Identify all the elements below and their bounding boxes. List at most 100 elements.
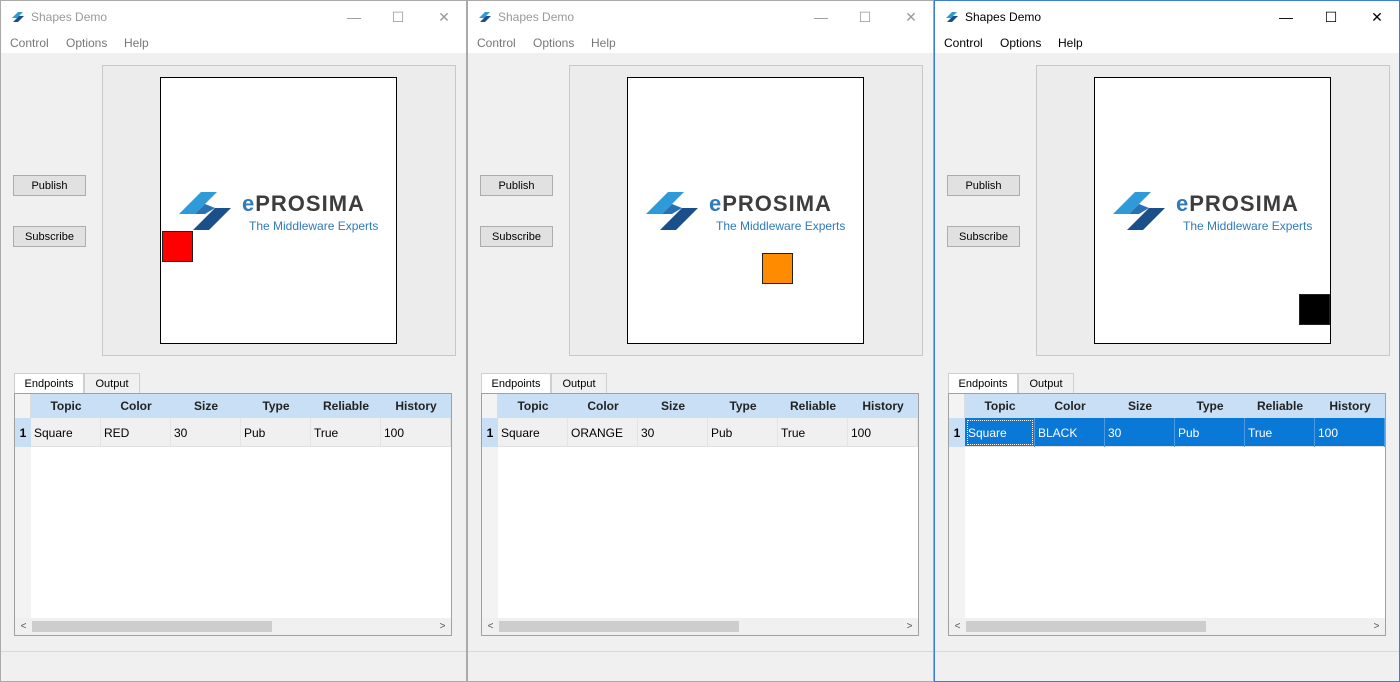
title-bar[interactable]: Shapes Demo — ☐ ✕	[1, 1, 466, 33]
menu-options[interactable]: Options	[1000, 36, 1041, 50]
cell-topic[interactable]: Square	[498, 418, 568, 447]
cell-history[interactable]: 100	[381, 418, 451, 447]
shapes-canvas[interactable]: eProsima The Middleware Experts	[160, 77, 397, 344]
cell-reliable[interactable]: True	[778, 418, 848, 447]
horizontal-scrollbar[interactable]: < >	[15, 618, 451, 635]
cell-topic[interactable]: Square	[965, 418, 1035, 447]
cell-history[interactable]: 100	[848, 418, 918, 447]
scroll-right-icon[interactable]: >	[1368, 618, 1385, 635]
shapes-canvas[interactable]: eProsima The Middleware Experts	[627, 77, 864, 344]
publish-button[interactable]: Publish	[480, 175, 553, 196]
publish-button[interactable]: Publish	[947, 175, 1020, 196]
header-size[interactable]: Size	[638, 394, 708, 418]
header-size[interactable]: Size	[1105, 394, 1175, 418]
header-color[interactable]: Color	[1035, 394, 1105, 418]
table-row[interactable]: Square ORANGE 30 Pub True 100	[498, 418, 918, 447]
header-history[interactable]: History	[381, 394, 451, 418]
menu-options[interactable]: Options	[66, 36, 107, 50]
minimize-button[interactable]: —	[1263, 1, 1309, 33]
close-button[interactable]: ✕	[888, 1, 933, 33]
shapes-canvas[interactable]: eProsima The Middleware Experts	[1094, 77, 1331, 344]
cell-type[interactable]: Pub	[708, 418, 778, 447]
cell-topic[interactable]: Square	[31, 418, 101, 447]
scrollbar-thumb[interactable]	[966, 621, 1206, 632]
maximize-button[interactable]: ☐	[842, 1, 888, 33]
menu-help[interactable]: Help	[1058, 36, 1083, 50]
header-reliable[interactable]: Reliable	[778, 394, 848, 418]
header-size[interactable]: Size	[171, 394, 241, 418]
header-color[interactable]: Color	[101, 394, 171, 418]
title-bar[interactable]: Shapes Demo — ☐ ✕	[935, 1, 1399, 33]
table-header: Topic Color Size Type Reliable History	[498, 394, 918, 418]
scrollbar-thumb[interactable]	[32, 621, 272, 632]
scroll-left-icon[interactable]: <	[15, 618, 32, 635]
horizontal-scrollbar[interactable]: < >	[949, 618, 1385, 635]
menu-control[interactable]: Control	[10, 36, 49, 50]
header-type[interactable]: Type	[241, 394, 311, 418]
menu-options[interactable]: Options	[533, 36, 574, 50]
maximize-button[interactable]: ☐	[1308, 1, 1354, 33]
tab-endpoints[interactable]: Endpoints	[481, 373, 551, 395]
header-topic[interactable]: Topic	[31, 394, 101, 418]
scroll-right-icon[interactable]: >	[901, 618, 918, 635]
row-header-column	[15, 418, 31, 634]
maximize-button[interactable]: ☐	[375, 1, 421, 33]
endpoints-table: Topic Color Size Type Reliable History 1…	[14, 393, 452, 636]
cell-color[interactable]: RED	[101, 418, 171, 447]
header-reliable[interactable]: Reliable	[1245, 394, 1315, 418]
cell-type[interactable]: Pub	[241, 418, 311, 447]
header-topic[interactable]: Topic	[965, 394, 1035, 418]
cell-size[interactable]: 30	[1105, 418, 1175, 447]
minimize-button[interactable]: —	[331, 1, 377, 33]
endpoints-table: Topic Color Size Type Reliable History 1…	[948, 393, 1386, 636]
subscribe-button[interactable]: Subscribe	[13, 226, 86, 247]
tab-endpoints[interactable]: Endpoints	[948, 373, 1018, 395]
tab-output[interactable]: Output	[84, 373, 140, 394]
horizontal-scrollbar[interactable]: < >	[482, 618, 918, 635]
close-button[interactable]: ✕	[1354, 1, 1399, 33]
cell-reliable[interactable]: True	[311, 418, 381, 447]
table-row-selected[interactable]: Square BLACK 30 Pub True 100	[965, 418, 1385, 447]
menu-control[interactable]: Control	[944, 36, 983, 50]
tab-output[interactable]: Output	[1018, 373, 1074, 394]
tab-endpoints[interactable]: Endpoints	[14, 373, 84, 395]
row-number[interactable]: 1	[949, 418, 965, 447]
cell-size[interactable]: 30	[638, 418, 708, 447]
cell-size[interactable]: 30	[171, 418, 241, 447]
row-number[interactable]: 1	[482, 418, 498, 447]
close-button[interactable]: ✕	[421, 1, 466, 33]
subscribe-button[interactable]: Subscribe	[947, 226, 1020, 247]
header-type[interactable]: Type	[708, 394, 778, 418]
header-reliable[interactable]: Reliable	[311, 394, 381, 418]
publish-button[interactable]: Publish	[13, 175, 86, 196]
table-header: Topic Color Size Type Reliable History	[31, 394, 451, 418]
status-bar	[1, 651, 466, 681]
logo-tagline: The Middleware Experts	[1183, 219, 1313, 233]
menu-control[interactable]: Control	[477, 36, 516, 50]
row-number[interactable]: 1	[15, 418, 31, 447]
scrollbar-thumb[interactable]	[499, 621, 739, 632]
header-color[interactable]: Color	[568, 394, 638, 418]
cell-color[interactable]: ORANGE	[568, 418, 638, 447]
window-title: Shapes Demo	[498, 10, 575, 24]
cell-type[interactable]: Pub	[1175, 418, 1245, 447]
cell-color[interactable]: BLACK	[1035, 418, 1105, 447]
shapes-demo-window-3: Shapes Demo — ☐ ✕ Control Options Help P…	[934, 0, 1400, 682]
cell-history[interactable]: 100	[1315, 418, 1385, 447]
cell-reliable[interactable]: True	[1245, 418, 1315, 447]
endpoints-table: Topic Color Size Type Reliable History 1…	[481, 393, 919, 636]
scroll-right-icon[interactable]: >	[434, 618, 451, 635]
header-type[interactable]: Type	[1175, 394, 1245, 418]
header-history[interactable]: History	[1315, 394, 1385, 418]
scroll-left-icon[interactable]: <	[482, 618, 499, 635]
table-row[interactable]: Square RED 30 Pub True 100	[31, 418, 451, 447]
menu-help[interactable]: Help	[124, 36, 149, 50]
subscribe-button[interactable]: Subscribe	[480, 226, 553, 247]
header-topic[interactable]: Topic	[498, 394, 568, 418]
minimize-button[interactable]: —	[798, 1, 844, 33]
header-history[interactable]: History	[848, 394, 918, 418]
menu-help[interactable]: Help	[591, 36, 616, 50]
scroll-left-icon[interactable]: <	[949, 618, 966, 635]
tab-output[interactable]: Output	[551, 373, 607, 394]
title-bar[interactable]: Shapes Demo — ☐ ✕	[468, 1, 933, 33]
